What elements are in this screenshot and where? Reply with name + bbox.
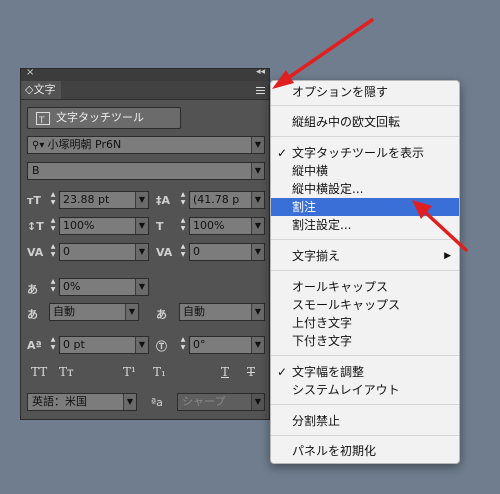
arrow-to-menu-button [272,18,374,89]
annotation-arrows [272,18,468,252]
arrow-to-warichu [412,200,468,252]
